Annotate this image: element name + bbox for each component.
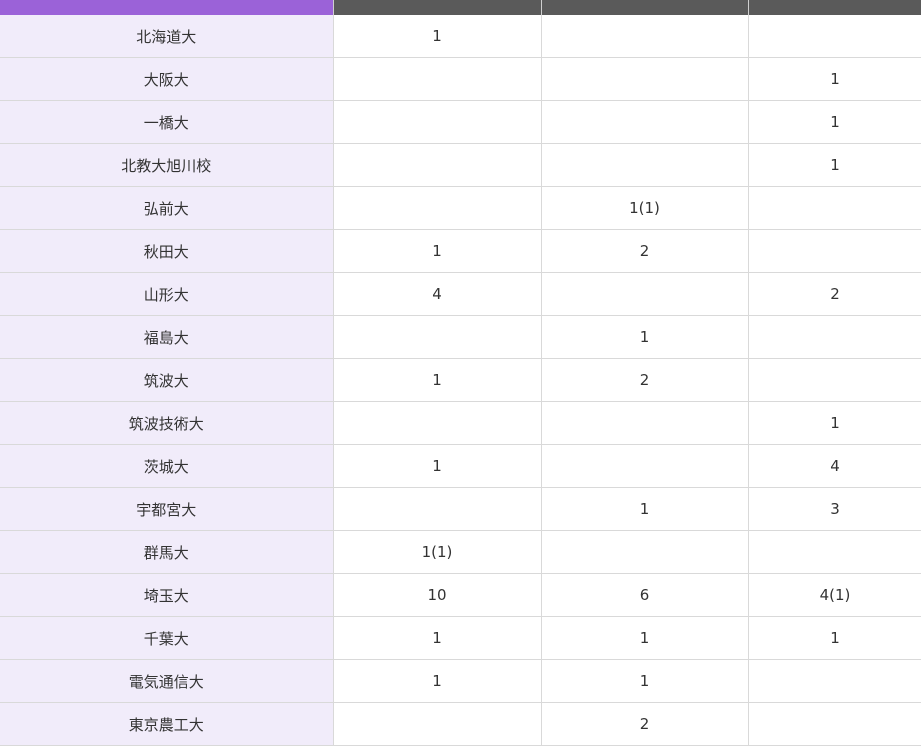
university-name-cell: 群馬大	[0, 530, 334, 574]
table-row: 筑波技術大 1	[0, 401, 921, 445]
count-cell-2: 1	[540, 315, 749, 359]
count-cell-3	[747, 358, 921, 402]
university-name-cell: 北教大旭川校	[0, 143, 334, 187]
table-row: 大阪大 1	[0, 57, 921, 101]
count-cell-3	[747, 659, 921, 703]
table-row: 茨城大 1 4	[0, 444, 921, 488]
table-row: 東京農工大 2	[0, 702, 921, 746]
count-cell-1	[332, 57, 542, 101]
table-row: 筑波大 1 2	[0, 358, 921, 402]
count-cell-1: 1	[332, 444, 542, 488]
count-cell-2	[540, 530, 749, 574]
count-cell-3: 2	[747, 272, 921, 316]
university-name-cell: 宇都宮大	[0, 487, 334, 531]
count-cell-3: 1	[747, 100, 921, 144]
count-cell-2	[540, 401, 749, 445]
header-col-1	[333, 0, 542, 15]
count-cell-3	[747, 702, 921, 746]
count-cell-3	[747, 229, 921, 273]
university-name-cell: 千葉大	[0, 616, 334, 660]
count-cell-1	[332, 401, 542, 445]
university-name-cell: 北海道大	[0, 15, 334, 58]
table-row: 秋田大 1 2	[0, 229, 921, 273]
university-name-cell: 電気通信大	[0, 659, 334, 703]
count-cell-3: 1	[747, 143, 921, 187]
count-cell-3: 4(1)	[747, 573, 921, 617]
count-cell-2: 1	[540, 659, 749, 703]
count-cell-3: 3	[747, 487, 921, 531]
count-cell-1: 1(1)	[332, 530, 542, 574]
table-row: 北海道大 1	[0, 15, 921, 58]
table-row: 北教大旭川校 1	[0, 143, 921, 187]
count-cell-3: 4	[747, 444, 921, 488]
count-cell-3	[747, 315, 921, 359]
count-cell-1: 1	[332, 229, 542, 273]
count-cell-1: 1	[332, 659, 542, 703]
count-cell-2: 2	[540, 702, 749, 746]
header-col-3	[748, 0, 921, 15]
count-cell-2	[540, 100, 749, 144]
university-name-cell: 筑波技術大	[0, 401, 334, 445]
count-cell-1	[332, 100, 542, 144]
count-cell-1: 1	[332, 358, 542, 402]
table-row: 電気通信大 1 1	[0, 659, 921, 703]
count-cell-2	[540, 143, 749, 187]
table-row: 福島大 1	[0, 315, 921, 359]
header-col-2	[541, 0, 749, 15]
count-cell-3: 1	[747, 401, 921, 445]
count-cell-2: 1(1)	[540, 186, 749, 230]
count-cell-1: 1	[332, 616, 542, 660]
count-cell-1: 1	[332, 15, 542, 58]
count-cell-2	[540, 444, 749, 488]
count-cell-1	[332, 143, 542, 187]
count-cell-2	[540, 272, 749, 316]
count-cell-3	[747, 15, 921, 58]
count-cell-2	[540, 57, 749, 101]
university-name-cell: 東京農工大	[0, 702, 334, 746]
count-cell-1: 4	[332, 272, 542, 316]
count-cell-2: 6	[540, 573, 749, 617]
count-cell-3: 1	[747, 57, 921, 101]
university-name-cell: 秋田大	[0, 229, 334, 273]
header-row	[0, 0, 921, 15]
count-cell-1	[332, 487, 542, 531]
table-row: 弘前大 1(1)	[0, 186, 921, 230]
table-row: 一橋大 1	[0, 100, 921, 144]
count-cell-3	[747, 530, 921, 574]
count-cell-1	[332, 315, 542, 359]
table-body: 北海道大 1 大阪大 1 一橋大 1 北教大旭川校 1 弘前大 1(1) 秋田大 1 2 山形大 4 2 福島大…	[0, 15, 921, 746]
table-row: 宇都宮大 1 3	[0, 487, 921, 531]
university-name-cell: 埼玉大	[0, 573, 334, 617]
table-row: 埼玉大 10 6 4(1)	[0, 573, 921, 617]
count-cell-2: 1	[540, 487, 749, 531]
header-university	[0, 0, 334, 15]
university-name-cell: 福島大	[0, 315, 334, 359]
university-name-cell: 山形大	[0, 272, 334, 316]
count-cell-3: 1	[747, 616, 921, 660]
university-name-cell: 筑波大	[0, 358, 334, 402]
count-cell-2: 2	[540, 358, 749, 402]
count-cell-3	[747, 186, 921, 230]
count-cell-1	[332, 186, 542, 230]
university-name-cell: 大阪大	[0, 57, 334, 101]
university-name-cell: 茨城大	[0, 444, 334, 488]
admissions-table: 北海道大 1 大阪大 1 一橋大 1 北教大旭川校 1 弘前大 1(1) 秋田大 1 2 山形大 4 2 福島大…	[0, 0, 921, 746]
count-cell-2: 1	[540, 616, 749, 660]
count-cell-2	[540, 15, 749, 58]
count-cell-1: 10	[332, 573, 542, 617]
table-row: 山形大 4 2	[0, 272, 921, 316]
table-header	[0, 0, 921, 15]
count-cell-1	[332, 702, 542, 746]
count-cell-2: 2	[540, 229, 749, 273]
table-row: 群馬大 1(1)	[0, 530, 921, 574]
university-name-cell: 一橋大	[0, 100, 334, 144]
table-row: 千葉大 1 1 1	[0, 616, 921, 660]
university-name-cell: 弘前大	[0, 186, 334, 230]
